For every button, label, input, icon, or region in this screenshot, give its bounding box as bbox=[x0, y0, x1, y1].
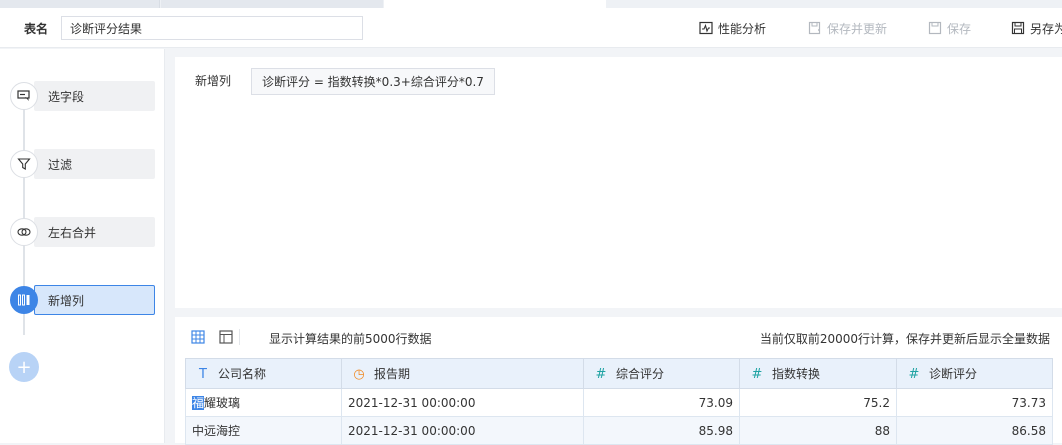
cell-period[interactable]: 2021-12-31 00:00:00 bbox=[341, 416, 584, 445]
save-as-icon bbox=[1011, 21, 1025, 35]
date-type-icon: ◷ bbox=[353, 367, 365, 382]
step-sidebar: 选字段 过滤 左右合并 新增列 + bbox=[0, 49, 165, 443]
column-header-index[interactable]: # 指数转换 bbox=[739, 358, 897, 389]
number-type-icon: # bbox=[595, 367, 607, 382]
save-button[interactable]: 保存 bbox=[928, 19, 971, 37]
number-type-icon: # bbox=[908, 367, 920, 382]
save-as-label: 另存为 bbox=[1030, 21, 1062, 36]
panel-view-icon[interactable] bbox=[219, 330, 233, 344]
save-label: 保存 bbox=[947, 21, 972, 36]
tab-strip bbox=[0, 0, 1062, 8]
step-filter[interactable]: 过滤 bbox=[10, 149, 155, 179]
table-name-input[interactable] bbox=[61, 16, 363, 40]
column-header-score[interactable]: # 综合评分 bbox=[583, 358, 740, 389]
tab-active[interactable] bbox=[384, 0, 606, 8]
save-icon bbox=[928, 21, 942, 35]
column-header-period[interactable]: ◷ 报告期 bbox=[341, 358, 584, 389]
step-add-column[interactable]: 新增列 bbox=[10, 285, 155, 315]
table-name-label: 表名 bbox=[24, 22, 49, 36]
text-type-icon: T bbox=[199, 367, 207, 382]
add-column-icon bbox=[10, 286, 38, 314]
cell-index[interactable]: 88 bbox=[739, 416, 897, 445]
table-header-row: T 公司名称 ◷ 报告期 # 综合评分 # 指数转换 # 诊断评分 bbox=[185, 358, 1053, 389]
cell-score[interactable]: 73.09 bbox=[583, 388, 740, 417]
result-toolbar: 显示计算结果的前5000行数据 当前仅取前20000行计算，保存并更新后显示全量… bbox=[175, 317, 1062, 357]
result-panel: 显示计算结果的前5000行数据 当前仅取前20000行计算，保存并更新后显示全量… bbox=[175, 317, 1062, 445]
plus-icon: + bbox=[16, 356, 32, 378]
step-label: 新增列 bbox=[48, 293, 85, 308]
grid-view-icon[interactable] bbox=[191, 330, 205, 344]
select-field-icon bbox=[10, 82, 38, 110]
step-label: 左右合并 bbox=[48, 225, 97, 240]
panel-label: 新增列 bbox=[195, 74, 232, 88]
column-header-company[interactable]: T 公司名称 bbox=[185, 358, 342, 389]
toolbar-separator bbox=[239, 329, 240, 345]
result-limit-note: 当前仅取前20000行计算，保存并更新后显示全量数据 bbox=[759, 332, 1050, 346]
cell-company[interactable]: 中远海控 bbox=[185, 416, 342, 445]
save-update-label: 保存并更新 bbox=[827, 21, 888, 36]
step-label: 过滤 bbox=[48, 157, 73, 172]
step-select-field[interactable]: 选字段 bbox=[10, 81, 155, 111]
cell-index[interactable]: 75.2 bbox=[739, 388, 897, 417]
step-merge[interactable]: 左右合并 bbox=[10, 217, 155, 247]
cell-company[interactable]: 福耀玻璃 bbox=[185, 388, 342, 417]
header-bar: 表名 性能分析 保存并更新 保存 另存为 bbox=[0, 8, 1062, 48]
step-label: 选字段 bbox=[48, 89, 85, 104]
add-step-button[interactable]: + bbox=[9, 352, 39, 382]
merge-icon bbox=[10, 218, 38, 246]
cell-diagnosis[interactable]: 86.58 bbox=[896, 416, 1053, 445]
performance-label: 性能分析 bbox=[718, 21, 767, 36]
column-header-diagnosis[interactable]: # 诊断评分 bbox=[896, 358, 1053, 389]
number-type-icon: # bbox=[751, 367, 763, 382]
table-row: 中远海控 2021-12-31 00:00:00 85.98 88 86.58 bbox=[185, 416, 1053, 445]
performance-icon bbox=[699, 21, 713, 35]
result-table: T 公司名称 ◷ 报告期 # 综合评分 # 指数转换 # 诊断评分 福耀玻璃 2021-1… bbox=[185, 358, 1053, 445]
save-update-button[interactable]: 保存并更新 bbox=[808, 19, 887, 37]
performance-analysis-button[interactable]: 性能分析 bbox=[699, 19, 766, 37]
cell-period[interactable]: 2021-12-31 00:00:00 bbox=[341, 388, 584, 417]
filter-icon bbox=[10, 150, 38, 178]
cell-diagnosis[interactable]: 73.73 bbox=[896, 388, 1053, 417]
save-as-button[interactable]: 另存为 bbox=[1011, 19, 1062, 37]
tab-2[interactable] bbox=[161, 0, 383, 8]
text-selection: 福 bbox=[192, 396, 205, 410]
tab-1[interactable] bbox=[0, 0, 160, 8]
result-preview-note: 显示计算结果的前5000行数据 bbox=[269, 332, 432, 346]
formula-chip[interactable]: 诊断评分 = 指数转换*0.3+综合评分*0.7 bbox=[251, 68, 495, 95]
cell-score[interactable]: 85.98 bbox=[583, 416, 740, 445]
formula-panel: 新增列 诊断评分 = 指数转换*0.3+综合评分*0.7 bbox=[175, 57, 1062, 308]
table-row: 福耀玻璃 2021-12-31 00:00:00 73.09 75.2 73.7… bbox=[185, 388, 1053, 417]
formula-text: 诊断评分 = 指数转换*0.3+综合评分*0.7 bbox=[262, 75, 484, 89]
save-update-icon bbox=[808, 21, 821, 35]
